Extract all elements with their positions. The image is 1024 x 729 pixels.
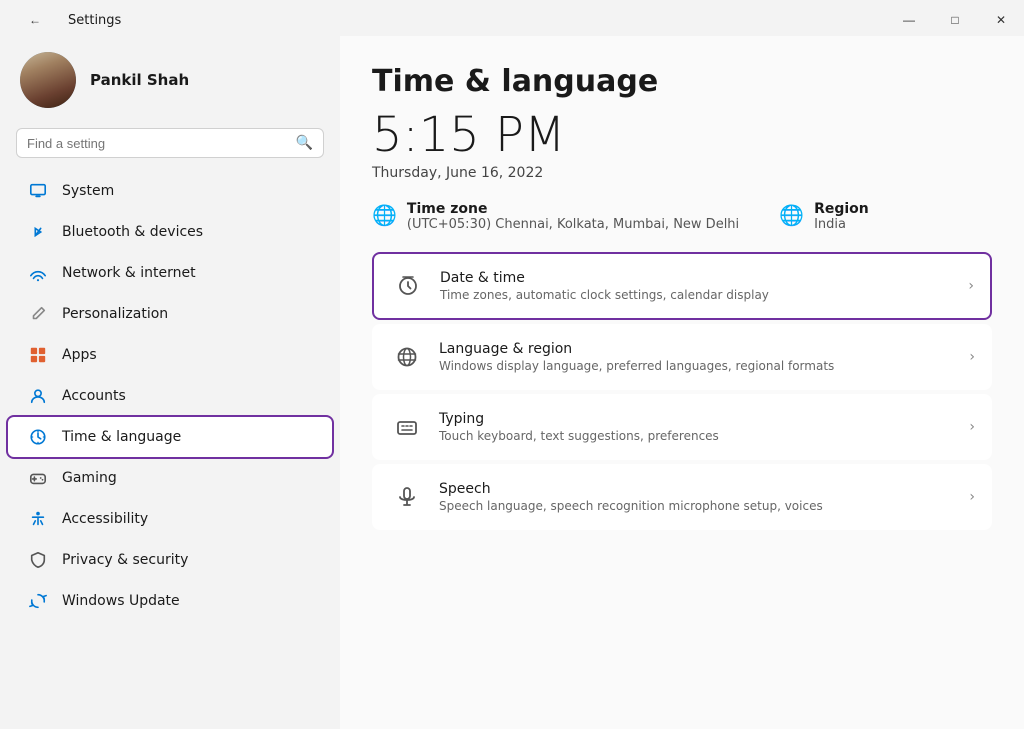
nav-icon-system xyxy=(28,181,48,201)
nav-list: System Bluetooth & devices Network & int… xyxy=(0,170,340,622)
info-row: 🌐 Time zone (UTC+05:30) Chennai, Kolkata… xyxy=(372,201,992,232)
nav-icon-time-language xyxy=(28,427,48,447)
nav-label-gaming: Gaming xyxy=(62,470,117,486)
back-button[interactable]: ← xyxy=(12,2,58,38)
setting-text-typing: Typing Touch keyboard, text suggestions,… xyxy=(439,411,969,443)
close-button[interactable]: ✕ xyxy=(978,2,1024,38)
setting-icon-language-region xyxy=(389,339,425,375)
nav-label-privacy-security: Privacy & security xyxy=(62,552,188,568)
setting-icon-date-time xyxy=(390,268,426,304)
setting-text-date-time: Date & time Time zones, automatic clock … xyxy=(440,270,968,302)
sidebar-item-bluetooth[interactable]: Bluetooth & devices xyxy=(8,212,332,252)
chevron-right-icon: › xyxy=(969,419,975,435)
user-name: Pankil Shah xyxy=(90,71,189,89)
sidebar-item-apps[interactable]: Apps xyxy=(8,335,332,375)
current-date: Thursday, June 16, 2022 xyxy=(372,165,992,181)
nav-label-apps: Apps xyxy=(62,347,97,363)
setting-item-speech[interactable]: Speech Speech language, speech recogniti… xyxy=(372,464,992,530)
setting-desc-speech: Speech language, speech recognition micr… xyxy=(439,499,969,513)
setting-item-typing[interactable]: Typing Touch keyboard, text suggestions,… xyxy=(372,394,992,460)
region-icon: 🌐 xyxy=(779,203,804,227)
nav-icon-windows-update xyxy=(28,591,48,611)
search-icon: 🔍 xyxy=(296,135,313,151)
setting-desc-language-region: Windows display language, preferred lang… xyxy=(439,359,969,373)
nav-label-windows-update: Windows Update xyxy=(62,593,180,609)
sidebar-item-personalization[interactable]: Personalization xyxy=(8,294,332,334)
app-title: Settings xyxy=(68,13,121,28)
region-item: 🌐 Region India xyxy=(779,201,869,232)
setting-title-date-time: Date & time xyxy=(440,270,968,286)
user-section: Pankil Shah xyxy=(0,36,340,124)
titlebar: ← Settings — □ ✕ xyxy=(0,0,1024,36)
nav-icon-network xyxy=(28,263,48,283)
current-time: 5:15 PM xyxy=(372,107,992,163)
timezone-item: 🌐 Time zone (UTC+05:30) Chennai, Kolkata… xyxy=(372,201,739,232)
setting-item-language-region[interactable]: Language & region Windows display langua… xyxy=(372,324,992,390)
sidebar-item-system[interactable]: System xyxy=(8,171,332,211)
nav-icon-bluetooth xyxy=(28,222,48,242)
search-input[interactable] xyxy=(27,136,288,151)
nav-icon-gaming xyxy=(28,468,48,488)
chevron-right-icon: › xyxy=(968,278,974,294)
sidebar-item-time-language[interactable]: Time & language xyxy=(8,417,332,457)
setting-title-language-region: Language & region xyxy=(439,341,969,357)
nav-icon-accessibility xyxy=(28,509,48,529)
timezone-label: Time zone xyxy=(407,201,739,217)
sidebar-item-accessibility[interactable]: Accessibility xyxy=(8,499,332,539)
nav-icon-privacy-security xyxy=(28,550,48,570)
region-text: Region India xyxy=(814,201,869,232)
sidebar-item-network[interactable]: Network & internet xyxy=(8,253,332,293)
setting-icon-speech xyxy=(389,479,425,515)
nav-label-system: System xyxy=(62,183,114,199)
nav-label-accessibility: Accessibility xyxy=(62,511,148,527)
setting-text-language-region: Language & region Windows display langua… xyxy=(439,341,969,373)
chevron-right-icon: › xyxy=(969,489,975,505)
sidebar-item-gaming[interactable]: Gaming xyxy=(8,458,332,498)
search-box[interactable]: 🔍 xyxy=(16,128,324,158)
timezone-text: Time zone (UTC+05:30) Chennai, Kolkata, … xyxy=(407,201,739,232)
titlebar-left: ← Settings xyxy=(12,2,121,38)
nav-label-accounts: Accounts xyxy=(62,388,126,404)
settings-list: Date & time Time zones, automatic clock … xyxy=(372,252,992,530)
region-value: India xyxy=(814,217,869,232)
timezone-icon: 🌐 xyxy=(372,203,397,227)
avatar-image xyxy=(20,52,76,108)
chevron-right-icon: › xyxy=(969,349,975,365)
app-body: Pankil Shah 🔍 System Bluetooth & devices… xyxy=(0,36,1024,729)
avatar xyxy=(20,52,76,108)
sidebar: Pankil Shah 🔍 System Bluetooth & devices… xyxy=(0,36,340,729)
setting-title-typing: Typing xyxy=(439,411,969,427)
setting-text-speech: Speech Speech language, speech recogniti… xyxy=(439,481,969,513)
setting-title-speech: Speech xyxy=(439,481,969,497)
nav-icon-personalization xyxy=(28,304,48,324)
maximize-button[interactable]: □ xyxy=(932,2,978,38)
setting-desc-date-time: Time zones, automatic clock settings, ca… xyxy=(440,288,968,302)
nav-icon-accounts xyxy=(28,386,48,406)
nav-label-time-language: Time & language xyxy=(62,429,181,445)
nav-icon-apps xyxy=(28,345,48,365)
nav-label-bluetooth: Bluetooth & devices xyxy=(62,224,203,240)
page-title: Time & language xyxy=(372,64,992,99)
setting-desc-typing: Touch keyboard, text suggestions, prefer… xyxy=(439,429,969,443)
minimize-button[interactable]: — xyxy=(886,2,932,38)
sidebar-item-windows-update[interactable]: Windows Update xyxy=(8,581,332,621)
nav-label-network: Network & internet xyxy=(62,265,196,281)
region-label: Region xyxy=(814,201,869,217)
sidebar-item-privacy-security[interactable]: Privacy & security xyxy=(8,540,332,580)
main-content: Time & language 5:15 PM Thursday, June 1… xyxy=(340,36,1024,729)
nav-label-personalization: Personalization xyxy=(62,306,168,322)
setting-item-date-time[interactable]: Date & time Time zones, automatic clock … xyxy=(372,252,992,320)
timezone-value: (UTC+05:30) Chennai, Kolkata, Mumbai, Ne… xyxy=(407,217,739,232)
sidebar-item-accounts[interactable]: Accounts xyxy=(8,376,332,416)
window-controls: — □ ✕ xyxy=(886,2,1024,38)
setting-icon-typing xyxy=(389,409,425,445)
